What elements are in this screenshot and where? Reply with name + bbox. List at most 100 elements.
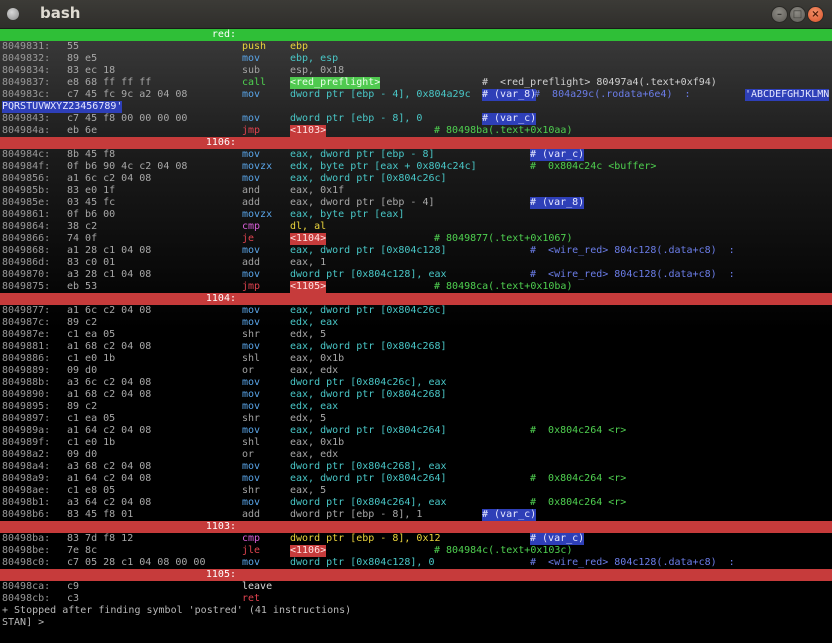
instruction-address: 80498c0: — [2, 557, 51, 568]
instruction-operands: edx, 5 — [290, 413, 327, 424]
instruction-row: 8049861: 0f b6 00 movzx eax, byte ptr [eax] — [0, 209, 832, 221]
instruction-row: 804988b: a3 6c c2 04 08 mov dword ptr [0x80… — [0, 377, 832, 389]
instruction-bytes: c1 ea 05 — [67, 413, 116, 424]
instruction-address: 804987c: — [2, 317, 51, 328]
instruction-mnemonic: shr — [242, 413, 261, 424]
instruction-bytes: 83 45 f8 01 — [67, 509, 134, 520]
instruction-row: 8049870: a3 28 c1 04 08 mov dword ptr [0x80… — [0, 269, 832, 281]
instruction-operands: ebp, esp — [290, 53, 339, 64]
maximize-button[interactable]: □ — [789, 6, 806, 23]
variable-annotation: # (var_c) — [482, 113, 537, 125]
instruction-mnemonic: movzx — [242, 161, 273, 172]
instruction-address: 80498a9: — [2, 473, 51, 484]
branch-target-label[interactable]: <1105> — [290, 281, 327, 293]
instruction-bytes: c3 — [67, 593, 80, 604]
instruction-operands: dl, al — [290, 221, 327, 232]
instruction-row: 804987e: c1 ea 05 shr edx, 5 — [0, 329, 832, 341]
instruction-bytes: 09 d0 — [67, 365, 98, 376]
function-label: red: — [211, 29, 236, 40]
branch-target-label[interactable]: <1106> — [290, 545, 327, 557]
symbol-comment: # 80498ca(.text+0x10ba) — [434, 281, 573, 292]
instruction-operands: dword ptr [ebp - 8], 0 — [290, 113, 423, 124]
instruction-address: 80498cb: — [2, 593, 51, 604]
instruction-operands: eax, dword ptr [0x804c268] — [290, 341, 447, 352]
basic-block-header: 1104: — [0, 293, 832, 305]
instruction-mnemonic: je — [242, 233, 255, 244]
instruction-address: 8049861: — [2, 209, 51, 220]
disassembly-listing: 8049831: 55 push ebp 8049832: 89 e5 mov ebp, es… — [0, 41, 832, 629]
shell-prompt[interactable]: STAN] > — [0, 617, 832, 629]
instruction-address: 80498ca: — [2, 581, 51, 592]
instruction-bytes: a1 64 c2 04 08 — [67, 473, 152, 484]
instruction-address: 804986d: — [2, 257, 51, 268]
instruction-bytes: 38 c2 — [67, 221, 98, 232]
instruction-bytes: c1 e0 1b — [67, 353, 116, 364]
title-bar[interactable]: bash – □ × — [0, 0, 832, 29]
instruction-row: 8049875: eb 53 jmp <1105> # 80498ca(.text+0x… — [0, 281, 832, 293]
instruction-address: 8049875: — [2, 281, 51, 292]
instruction-bytes: 89 c2 — [67, 401, 98, 412]
instruction-operands: edx, eax — [290, 317, 339, 328]
instruction-address: 80498a4: — [2, 461, 51, 472]
instruction-operands: dword ptr [0x804c128], 0 — [290, 557, 435, 568]
symbol-comment: # 0x804c264 <r> — [530, 425, 627, 436]
instruction-bytes: eb 6e — [67, 125, 98, 136]
basic-block-header: 1103: — [0, 521, 832, 533]
instruction-bytes: a3 64 c2 04 08 — [67, 497, 152, 508]
instruction-row: 804986d: 83 c0 01 add eax, 1 — [0, 257, 832, 269]
instruction-row: 80498cb: c3 ret — [0, 593, 832, 605]
basic-block-label: 1103: — [205, 521, 236, 532]
close-button[interactable]: × — [807, 6, 824, 23]
instruction-row: 80498a2: 09 d0 or eax, edx — [0, 449, 832, 461]
symbol-comment: # 80498ba(.text+0x10aa) — [434, 125, 573, 136]
basic-block-label: 1105: — [205, 569, 236, 580]
instruction-row: 8049843: c7 45 f8 00 00 00 00 mov dword ptr… — [0, 113, 832, 125]
variable-annotation: # (var_8) — [530, 197, 585, 209]
branch-target-label[interactable]: <1103> — [290, 125, 327, 137]
instruction-row: 804984a: eb 6e jmp <1103> # 80498ba(.text+0x… — [0, 125, 832, 137]
instruction-row: 8049886: c1 e0 1b shl eax, 0x1b — [0, 353, 832, 365]
string-continuation: PQRSTUVWXYZ23456789' — [2, 101, 123, 113]
instruction-mnemonic: or — [242, 449, 255, 460]
branch-target-label[interactable]: <red_preflight> — [290, 77, 381, 89]
branch-target-label[interactable]: <1104> — [290, 233, 327, 245]
instruction-bytes: 74 0f — [67, 233, 98, 244]
instruction-operands: dword ptr [0x804c268], eax — [290, 461, 447, 472]
instruction-operands: eax, edx — [290, 365, 339, 376]
instruction-row: 80498a4: a3 68 c2 04 08 mov dword ptr [0x80… — [0, 461, 832, 473]
instruction-bytes: a3 6c c2 04 08 — [67, 377, 152, 388]
instruction-operands: eax, 0x1b — [290, 353, 345, 364]
variable-annotation: 'ABCDEFGHJKLMN — [745, 89, 830, 101]
status-text: STAN] > — [2, 617, 45, 628]
minimize-button[interactable]: – — [771, 6, 788, 23]
instruction-bytes: c1 ea 05 — [67, 329, 116, 340]
instruction-bytes: a1 6c c2 04 08 — [67, 305, 152, 316]
instruction-address: 804985b: — [2, 185, 51, 196]
instruction-bytes: 89 e5 — [67, 53, 98, 64]
instruction-operands: eax, dword ptr [ebp - 8] — [290, 149, 435, 160]
instruction-address: 8049834: — [2, 65, 51, 76]
symbol-comment: # <red_preflight> 80497a4(.text+0xf94) — [482, 77, 717, 88]
instruction-operands: eax, dword ptr [0x804c128] — [290, 245, 447, 256]
instruction-mnemonic: mov — [242, 269, 261, 280]
instruction-operands: eax, dword ptr [ebp - 4] — [290, 197, 435, 208]
instruction-address: 8049886: — [2, 353, 51, 364]
instruction-bytes: 55 — [67, 41, 80, 52]
instruction-row: 8049868: a1 28 c1 04 08 mov eax, dword ptr … — [0, 245, 832, 257]
instruction-address: 804984f: — [2, 161, 51, 172]
terminal-output[interactable]: red: 8049831: 55 push ebp 8049832: 89 e5 mov eb… — [0, 29, 832, 643]
instruction-address: 8049843: — [2, 113, 51, 124]
instruction-row: 8049866: 74 0f je <1104> # 8049877(.text+0x1… — [0, 233, 832, 245]
instruction-bytes: 83 e0 1f — [67, 185, 116, 196]
terminal-window: bash – □ × red: 8049831: 55 push ebp 8049832… — [0, 0, 832, 643]
basic-block-header: 1106: — [0, 137, 832, 149]
instruction-operands: dword ptr [0x804c264], eax — [290, 497, 447, 508]
instruction-row: 8049856: a1 6c c2 04 08 mov eax, dword ptr … — [0, 173, 832, 185]
instruction-row: 80498c0: c7 05 28 c1 04 08 00 00 mov dword … — [0, 557, 832, 569]
instruction-mnemonic: mov — [242, 245, 261, 256]
instruction-mnemonic: mov — [242, 473, 261, 484]
wrapped-string-line: PQRSTUVWXYZ23456789' — [0, 101, 832, 113]
instruction-bytes: a1 68 c2 04 08 — [67, 389, 152, 400]
instruction-operands: dword ptr [0x804c128], eax — [290, 269, 447, 280]
instruction-mnemonic: shr — [242, 485, 261, 496]
